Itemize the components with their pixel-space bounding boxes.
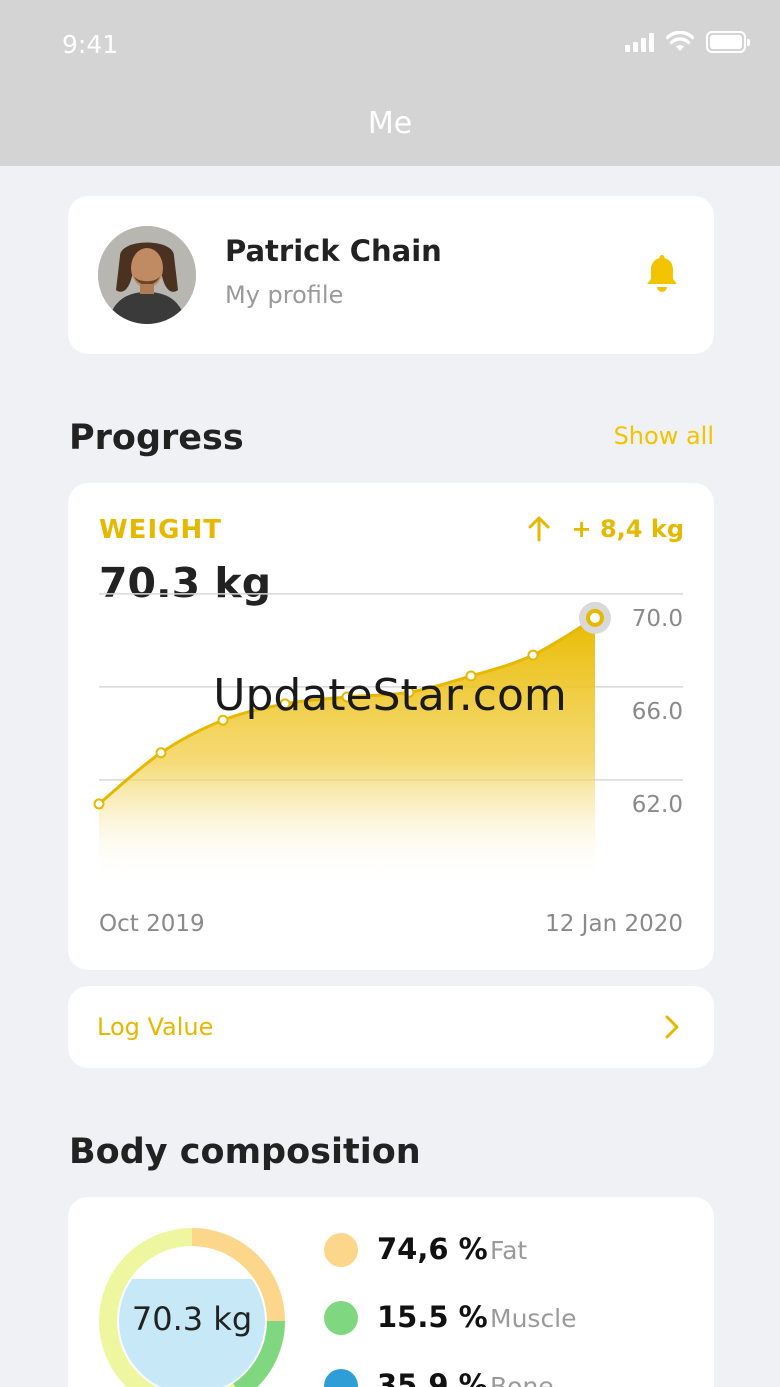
muscle-percent: 15.5 % xyxy=(377,1300,488,1334)
profile-subtitle[interactable]: My profile xyxy=(225,281,343,309)
bone-color-dot xyxy=(324,1369,358,1387)
log-value-label: Log Value xyxy=(97,1013,214,1041)
avatar[interactable] xyxy=(98,226,196,324)
fat-percent: 74,6 % xyxy=(377,1232,488,1266)
muscle-color-dot xyxy=(324,1301,358,1335)
chart-area-fill xyxy=(99,617,595,883)
chart-start-date: Oct 2019 xyxy=(99,911,205,937)
wifi-icon xyxy=(666,31,694,51)
chart-data-point xyxy=(155,747,167,759)
chart-data-point xyxy=(527,649,539,661)
fat-label: Fat xyxy=(490,1236,528,1265)
chart-data-point xyxy=(586,608,604,627)
show-all-link[interactable]: Show all xyxy=(614,422,714,450)
chart-y-tick-label: 62.0 xyxy=(632,792,683,818)
chart-y-tick-label: 70.0 xyxy=(632,606,683,632)
composition-center-value: 70.3 kg xyxy=(131,1300,253,1338)
weight-chart: 70.066.062.0 xyxy=(93,593,683,883)
weight-card[interactable]: WEIGHT + 8,4 kg 70.3 kg 70.0 66.0 62.0 Oct… xyxy=(68,483,714,970)
profile-name: Patrick Chain xyxy=(225,234,442,268)
status-time: 9:41 xyxy=(62,30,119,59)
watermark: UpdateStar.com xyxy=(213,670,567,721)
battery-icon xyxy=(706,31,750,53)
profile-card[interactable]: Patrick Chain My profile xyxy=(68,196,714,354)
fat-color-dot xyxy=(324,1233,358,1267)
bone-percent: 35.9 % xyxy=(377,1368,488,1387)
page-title: Me xyxy=(367,106,413,141)
body-composition-card[interactable]: 70.3 kg 74,6 % Fat 15.5 % Muscle 35.9 % … xyxy=(68,1197,714,1387)
notification-bell-icon[interactable] xyxy=(644,254,680,294)
cellular-signal-icon xyxy=(625,32,654,52)
body-composition-title: Body composition xyxy=(69,1132,421,1172)
log-value-button[interactable]: Log Value xyxy=(68,986,714,1068)
bone-label: Bone xyxy=(490,1372,554,1387)
chevron-right-icon xyxy=(665,1015,679,1039)
muscle-label: Muscle xyxy=(490,1304,577,1333)
status-icons xyxy=(625,31,750,53)
top-bar: 9:41 Me xyxy=(0,0,780,166)
progress-title: Progress xyxy=(69,418,244,458)
chart-data-point xyxy=(93,798,105,810)
chart-end-date: 12 Jan 2020 xyxy=(545,911,683,937)
